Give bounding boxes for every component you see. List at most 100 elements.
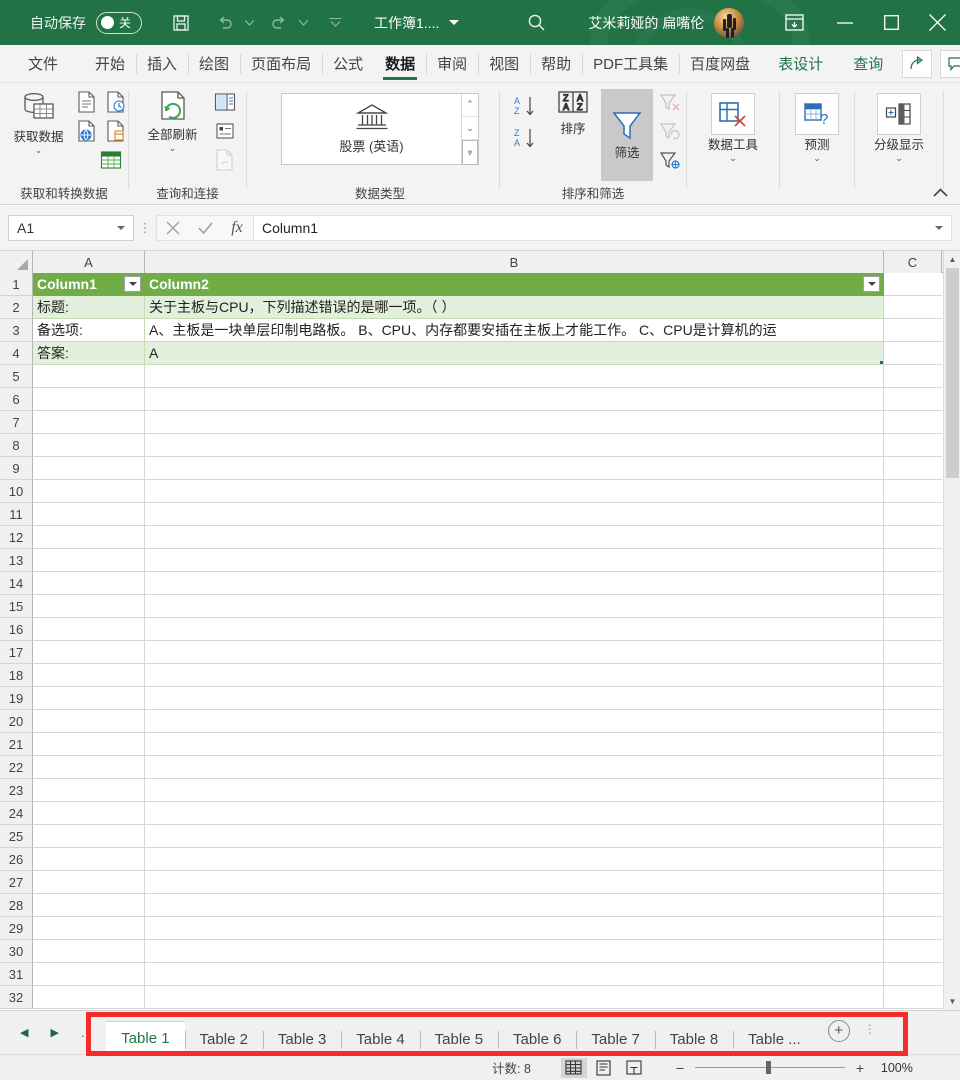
next-sheet-icon[interactable]: ▶ — [50, 1026, 58, 1039]
document-title-dropdown-icon[interactable] — [449, 20, 460, 25]
row-header[interactable]: 15 — [0, 595, 33, 618]
empty-cell[interactable] — [145, 457, 884, 480]
avatar[interactable] — [714, 7, 745, 38]
empty-cell[interactable] — [145, 940, 884, 963]
row-header[interactable]: 14 — [0, 572, 33, 595]
row-header[interactable]: 3 — [0, 319, 33, 342]
empty-cell[interactable] — [884, 618, 942, 641]
empty-cell[interactable] — [145, 710, 884, 733]
select-all-corner[interactable] — [0, 251, 33, 273]
previous-sheet-icon[interactable]: ◀ — [20, 1026, 28, 1039]
outline-chevron-icon[interactable]: ⌄ — [895, 154, 903, 163]
empty-cell[interactable] — [145, 687, 884, 710]
empty-cell[interactable] — [884, 664, 942, 687]
formula-input[interactable]: Column1 — [253, 215, 952, 241]
empty-cell[interactable] — [884, 940, 942, 963]
recent-sources-icon[interactable] — [103, 89, 129, 115]
name-box[interactable]: A1 — [8, 215, 134, 241]
row-header[interactable]: 31 — [0, 963, 33, 986]
refresh-all-button[interactable]: 全部刷新 ⌄ — [140, 89, 206, 153]
table-cell[interactable]: 标题: — [33, 296, 145, 319]
empty-cell[interactable] — [145, 871, 884, 894]
collapse-ribbon-icon[interactable] — [933, 186, 948, 200]
close-icon[interactable] — [914, 0, 960, 45]
maximize-icon[interactable] — [868, 0, 914, 45]
sheet-tab-7[interactable]: Table 7 — [576, 1025, 654, 1055]
ribbon-tab-pdf-tools[interactable]: PDF工具集 — [582, 45, 679, 83]
empty-cell[interactable] — [884, 687, 942, 710]
zoom-slider-track[interactable] — [694, 1061, 845, 1074]
empty-cell[interactable] — [884, 641, 942, 664]
row-header[interactable]: 12 — [0, 526, 33, 549]
empty-cell[interactable] — [884, 388, 942, 411]
page-break-preview-icon[interactable] — [621, 1058, 647, 1078]
ribbon-tab-data[interactable]: 数据 — [374, 45, 426, 83]
empty-cell[interactable] — [884, 917, 942, 940]
column-header-a[interactable]: A — [33, 251, 145, 273]
empty-cell[interactable] — [33, 871, 145, 894]
search-icon[interactable] — [519, 6, 553, 40]
empty-cell[interactable] — [884, 756, 942, 779]
data-type-scroll-up[interactable]: ⌃ — [462, 93, 478, 117]
forecast-chevron-icon[interactable]: ⌄ — [813, 154, 821, 163]
zoom-in-button[interactable]: + — [853, 1060, 867, 1076]
table-cell[interactable] — [884, 319, 942, 342]
data-type-more[interactable]: ⩔ — [462, 140, 478, 166]
empty-cell[interactable] — [33, 687, 145, 710]
empty-cell[interactable] — [145, 365, 884, 388]
page-layout-view-icon[interactable] — [591, 1058, 617, 1078]
empty-cell[interactable] — [145, 618, 884, 641]
row-header[interactable]: 13 — [0, 549, 33, 572]
minimize-icon[interactable] — [822, 0, 868, 45]
sheet-tab-5[interactable]: Table 5 — [419, 1025, 498, 1055]
row-header[interactable]: 8 — [0, 434, 33, 457]
empty-cell[interactable] — [145, 595, 884, 618]
sort-ascending-icon[interactable]: A Z — [511, 93, 545, 119]
clear-filter-icon[interactable] — [657, 89, 683, 115]
insert-function-icon[interactable]: fx — [221, 215, 253, 241]
from-table-range-icon[interactable] — [98, 147, 124, 173]
row-header[interactable]: 22 — [0, 756, 33, 779]
name-box-dropdown-icon[interactable] — [117, 226, 125, 230]
empty-cell[interactable] — [33, 549, 145, 572]
empty-cell[interactable] — [145, 641, 884, 664]
ribbon-tab-draw[interactable]: 绘图 — [188, 45, 240, 83]
redo-dropdown-icon[interactable] — [296, 6, 310, 40]
empty-cell[interactable] — [145, 664, 884, 687]
formula-bar-grip[interactable]: ⋮ — [134, 221, 156, 234]
sheet-tab-2[interactable]: Table 2 — [184, 1025, 263, 1055]
zoom-out-button[interactable]: − — [673, 1060, 687, 1076]
row-header[interactable]: 27 — [0, 871, 33, 894]
empty-cell[interactable] — [884, 894, 942, 917]
ribbon-tab-insert[interactable]: 插入 — [136, 45, 188, 83]
empty-cell[interactable] — [884, 411, 942, 434]
more-sheets-icon[interactable]: .. — [81, 1025, 92, 1040]
data-tools-button[interactable]: 数据工具 ⌄ — [700, 93, 766, 163]
reapply-filter-icon[interactable] — [657, 118, 683, 144]
column-header-b[interactable]: B — [145, 251, 884, 273]
table-cell[interactable] — [884, 342, 942, 365]
row-header[interactable]: 25 — [0, 825, 33, 848]
empty-cell[interactable] — [33, 641, 145, 664]
empty-cell[interactable] — [145, 802, 884, 825]
empty-cell[interactable] — [33, 480, 145, 503]
empty-cell[interactable] — [145, 986, 884, 1009]
row-header[interactable]: 24 — [0, 802, 33, 825]
empty-cell[interactable] — [145, 480, 884, 503]
cancel-icon[interactable] — [157, 215, 189, 241]
empty-cell[interactable] — [33, 710, 145, 733]
undo-dropdown-icon[interactable] — [242, 6, 256, 40]
empty-cell[interactable] — [884, 549, 942, 572]
empty-cell[interactable] — [145, 779, 884, 802]
sheet-tab-9[interactable]: Table ... — [733, 1025, 816, 1055]
row-header[interactable]: 2 — [0, 296, 33, 319]
empty-cell[interactable] — [33, 894, 145, 917]
ribbon-display-options-icon[interactable] — [766, 0, 822, 45]
add-sheet-button[interactable]: + — [827, 1019, 850, 1042]
zoom-level-label[interactable]: 100% — [881, 1061, 925, 1075]
queries-connections-icon[interactable] — [212, 89, 238, 115]
row-header[interactable]: 29 — [0, 917, 33, 940]
table-cell[interactable] — [884, 296, 942, 319]
empty-cell[interactable] — [884, 572, 942, 595]
empty-cell[interactable] — [884, 802, 942, 825]
